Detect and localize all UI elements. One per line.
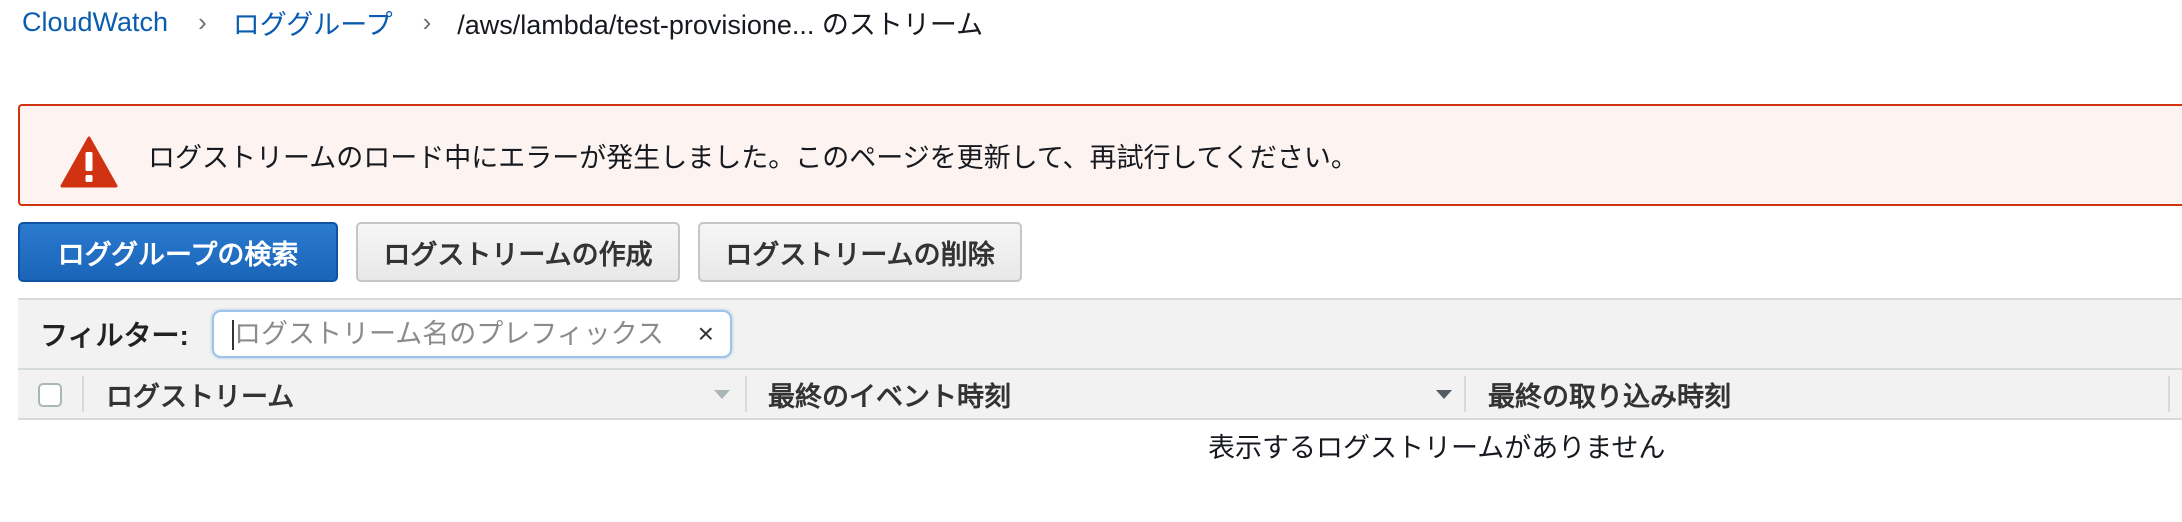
filter-input[interactable] <box>234 316 674 352</box>
breadcrumb-log-groups-link[interactable]: ロググループ <box>233 3 393 42</box>
text-caret <box>232 320 234 350</box>
search-log-groups-button[interactable]: ロググループの検索 <box>18 222 338 282</box>
create-log-stream-button[interactable]: ログストリームの作成 <box>356 222 680 282</box>
chevron-right-icon: › <box>422 6 432 37</box>
column-divider <box>2168 376 2170 412</box>
error-message: ログストリームのロード中にエラーが発生しました。このページを更新して、再試行して… <box>148 142 1358 173</box>
warning-triangle-icon <box>60 136 118 188</box>
table-header: ログストリーム 最終のイベント時刻 最終の取り込み時刻 <box>18 368 2182 420</box>
empty-table-message: 表示するログストリームがありません <box>1208 433 1666 463</box>
column-divider <box>1464 376 1466 412</box>
filter-label: フィルター: <box>40 320 189 351</box>
column-header-last-event-time[interactable]: 最終のイベント時刻 <box>768 370 1011 418</box>
filter-input-wrapper[interactable]: × <box>212 310 732 358</box>
chevron-right-icon: › <box>198 6 207 37</box>
column-header-last-ingestion-time[interactable]: 最終の取り込み時刻 <box>1488 370 1731 418</box>
clear-icon[interactable]: × <box>698 316 714 352</box>
filter-bar: フィルター: × <box>18 298 2182 368</box>
column-header-log-stream[interactable]: ログストリーム <box>106 370 294 418</box>
breadcrumb-current: /aws/lambda/test-provisione... のストリーム <box>457 9 984 40</box>
column-divider <box>745 376 747 412</box>
error-alert: ログストリームのロード中にエラーが発生しました。このページを更新して、再試行して… <box>18 104 2182 206</box>
column-divider <box>82 376 84 412</box>
delete-log-stream-button[interactable]: ログストリームの削除 <box>698 222 1022 282</box>
breadcrumb-cloudwatch-link[interactable]: CloudWatch <box>22 7 168 38</box>
sort-caret-icon[interactable] <box>1436 390 1452 399</box>
select-all-checkbox[interactable] <box>38 383 62 407</box>
sort-caret-icon[interactable] <box>714 390 730 399</box>
breadcrumb: CloudWatch › ロググループ › /aws/lambda/test-p… <box>22 0 983 44</box>
